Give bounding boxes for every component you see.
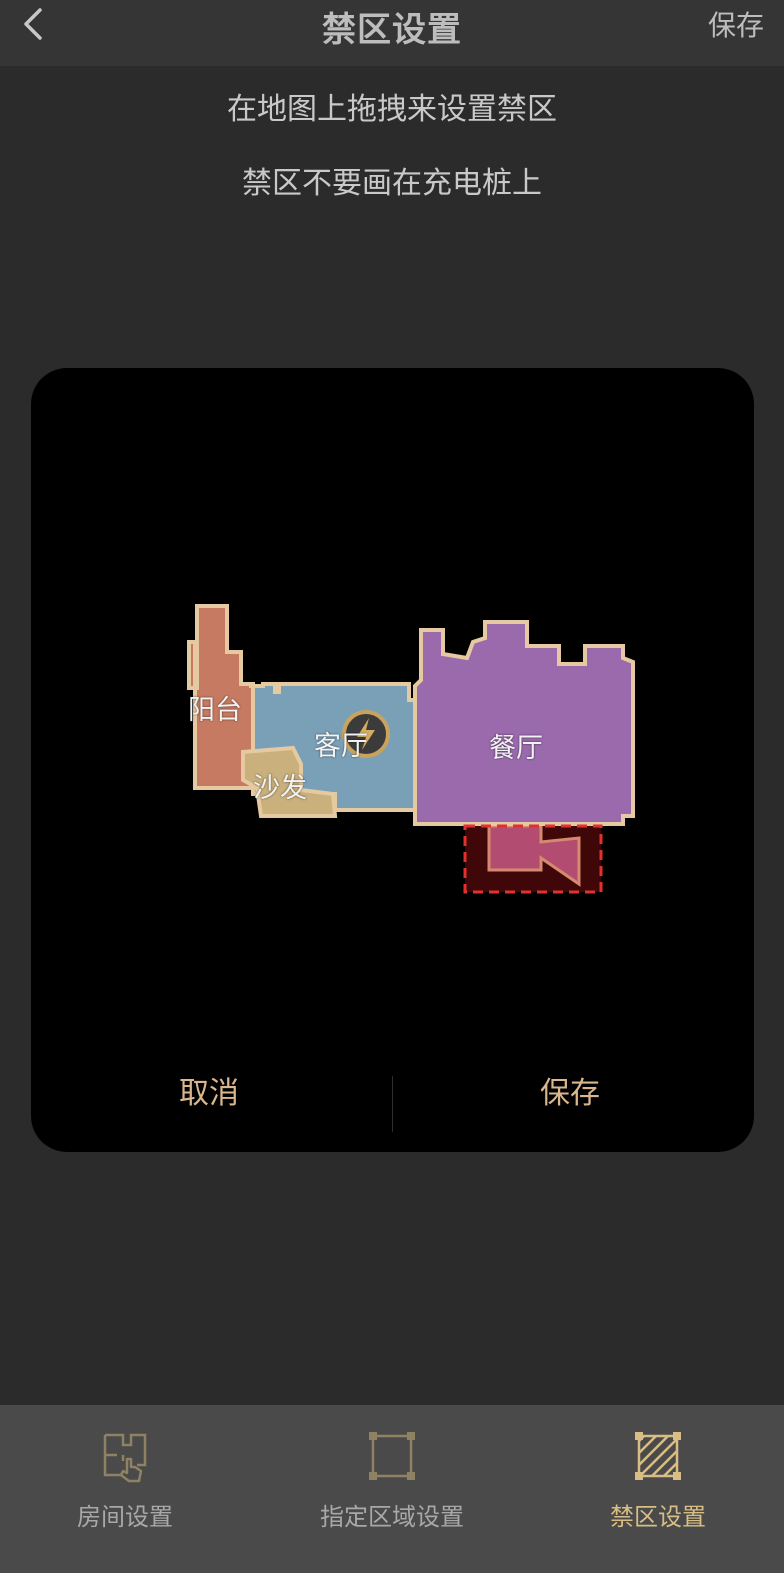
no-go-zone-icon bbox=[635, 1432, 681, 1480]
top-bar: 禁区设置 保存 bbox=[0, 0, 784, 66]
room-label-balcony: 阳台 bbox=[188, 695, 242, 726]
area-settings-icon bbox=[369, 1432, 415, 1480]
page-title: 禁区设置 bbox=[322, 10, 462, 50]
hint-avoid-charger: 禁区不要画在充电桩上 bbox=[242, 166, 542, 201]
hint-drag-to-set: 在地图上拖拽来设置禁区 bbox=[227, 92, 557, 127]
floor-map[interactable] bbox=[31, 368, 754, 1152]
tab-room-settings[interactable]: 房间设置 bbox=[40, 1405, 210, 1573]
map-card: 阳台 客厅 沙发 餐厅 取消 保存 bbox=[31, 368, 754, 1152]
tab-label-area-settings: 指定区域设置 bbox=[320, 1503, 464, 1531]
tab-no-go-zone[interactable]: 禁区设置 bbox=[573, 1405, 743, 1573]
room-label-sofa: 沙发 bbox=[253, 773, 307, 804]
no-go-zone bbox=[463, 824, 603, 894]
header-save-button[interactable]: 保存 bbox=[708, 4, 764, 44]
room-settings-icon bbox=[103, 1433, 147, 1483]
room-dining-room bbox=[413, 620, 635, 826]
tab-area-settings[interactable]: 指定区域设置 bbox=[302, 1405, 482, 1573]
map-save-button[interactable]: 保存 bbox=[540, 1068, 600, 1112]
room-label-living-room: 客厅 bbox=[314, 731, 368, 762]
tab-label-no-go-zone: 禁区设置 bbox=[610, 1503, 706, 1531]
button-divider bbox=[392, 1076, 393, 1132]
bottom-tab-bar: 房间设置 指定区域设置 禁区设置 bbox=[0, 1405, 784, 1573]
room-label-dining-room: 餐厅 bbox=[489, 733, 543, 764]
cancel-button[interactable]: 取消 bbox=[179, 1068, 239, 1112]
tab-label-room-settings: 房间设置 bbox=[77, 1503, 173, 1531]
